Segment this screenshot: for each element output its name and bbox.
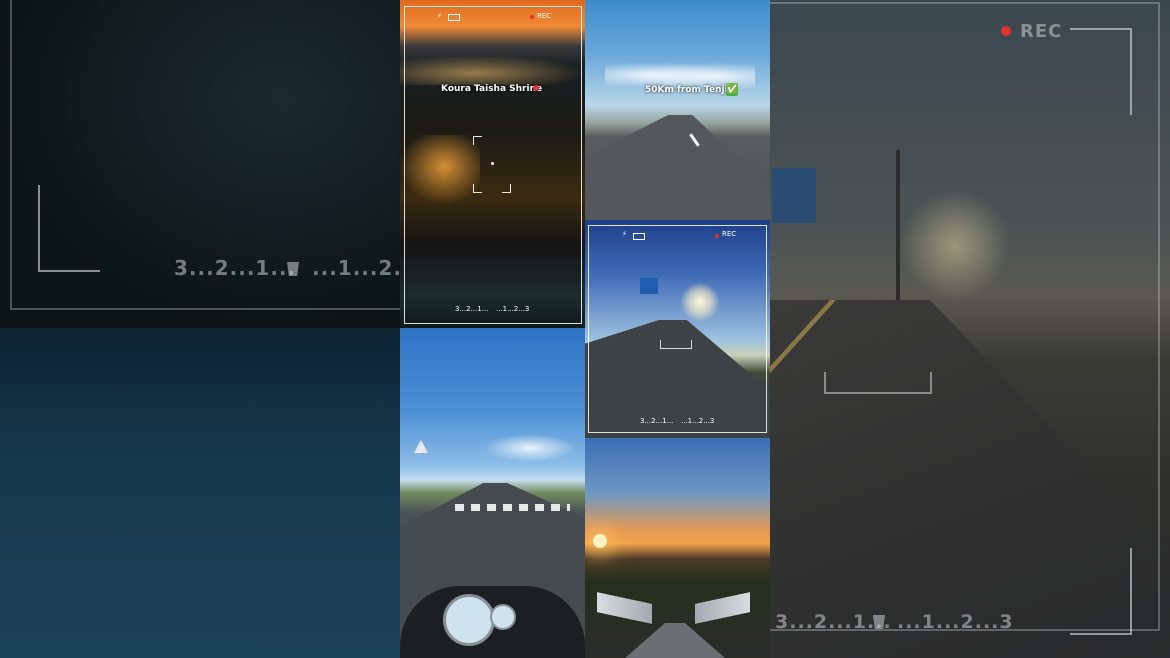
- focus-dot: [491, 162, 494, 165]
- focus-corner-bl: [473, 184, 482, 193]
- shrine-caption: Koura Taisha Shrine: [441, 84, 543, 94]
- flash-icon: ⚡: [437, 12, 442, 20]
- focus-corner-tl: [473, 136, 482, 145]
- countup-text-right: ...1...2...3: [897, 611, 1014, 633]
- camera-frame-shrine: [404, 6, 582, 324]
- tile-road-tenjin: 50Km from Tenjin ✅: [585, 0, 770, 220]
- pin-icon: [533, 85, 539, 91]
- flash-icon: ⚡: [622, 230, 627, 238]
- camera-frame-sunrise: [588, 225, 767, 433]
- rec-label: REC: [537, 12, 552, 20]
- tile-sunrise-road: ⚡ REC 3...2...1... ...1...2...3: [585, 220, 770, 438]
- fuel-gauge-icon: [490, 604, 516, 630]
- lantern-row-left: [597, 592, 652, 624]
- tile-scooter-ride: [400, 328, 585, 658]
- rec-label-right: REC: [1020, 21, 1063, 42]
- cup-icon-left: [287, 262, 299, 276]
- viewfinder-corner-top-right: [1070, 28, 1132, 115]
- rec-dot: [715, 234, 719, 238]
- focus-corner-br: [502, 184, 511, 193]
- crosswalk: [455, 504, 570, 511]
- focus-bracket: [660, 340, 692, 349]
- tile-sunset-steps: [585, 438, 770, 658]
- battery-icon: [633, 233, 645, 240]
- warning-sign: [414, 440, 428, 453]
- lantern-row-right: [695, 592, 750, 624]
- clouds: [480, 433, 580, 463]
- rec-label: REC: [722, 230, 737, 238]
- viewfinder-corner-bottom-right: [1070, 548, 1132, 635]
- check-icon: ✅: [726, 84, 739, 96]
- viewfinder-corner-bottom-left: [38, 185, 100, 272]
- rec-dot-right: [1001, 26, 1011, 36]
- speedometer-icon: [443, 594, 495, 646]
- rec-dot: [530, 15, 534, 19]
- tile-koura-taisha-shrine: ⚡ REC Koura Taisha Shrine 3...2...1... .…: [400, 0, 585, 328]
- countdown-text-sunrise: 3...2...1...: [640, 417, 674, 425]
- road-caption: 50Km from Tenjin: [645, 85, 735, 95]
- stone-path: [625, 623, 725, 658]
- asphalt-road: [585, 115, 770, 220]
- cup-icon-right: [873, 615, 885, 629]
- countdown-text-left: 3...2...1...: [174, 256, 297, 280]
- setting-sun: [593, 534, 607, 548]
- countup-text-shrine: ...1...2...3: [496, 305, 530, 313]
- countup-text-sunrise: ...1...2...3: [681, 417, 715, 425]
- countdown-text-shrine: 3...2...1...: [455, 305, 489, 313]
- focus-bracket-right: [824, 372, 932, 394]
- battery-icon: [448, 14, 460, 21]
